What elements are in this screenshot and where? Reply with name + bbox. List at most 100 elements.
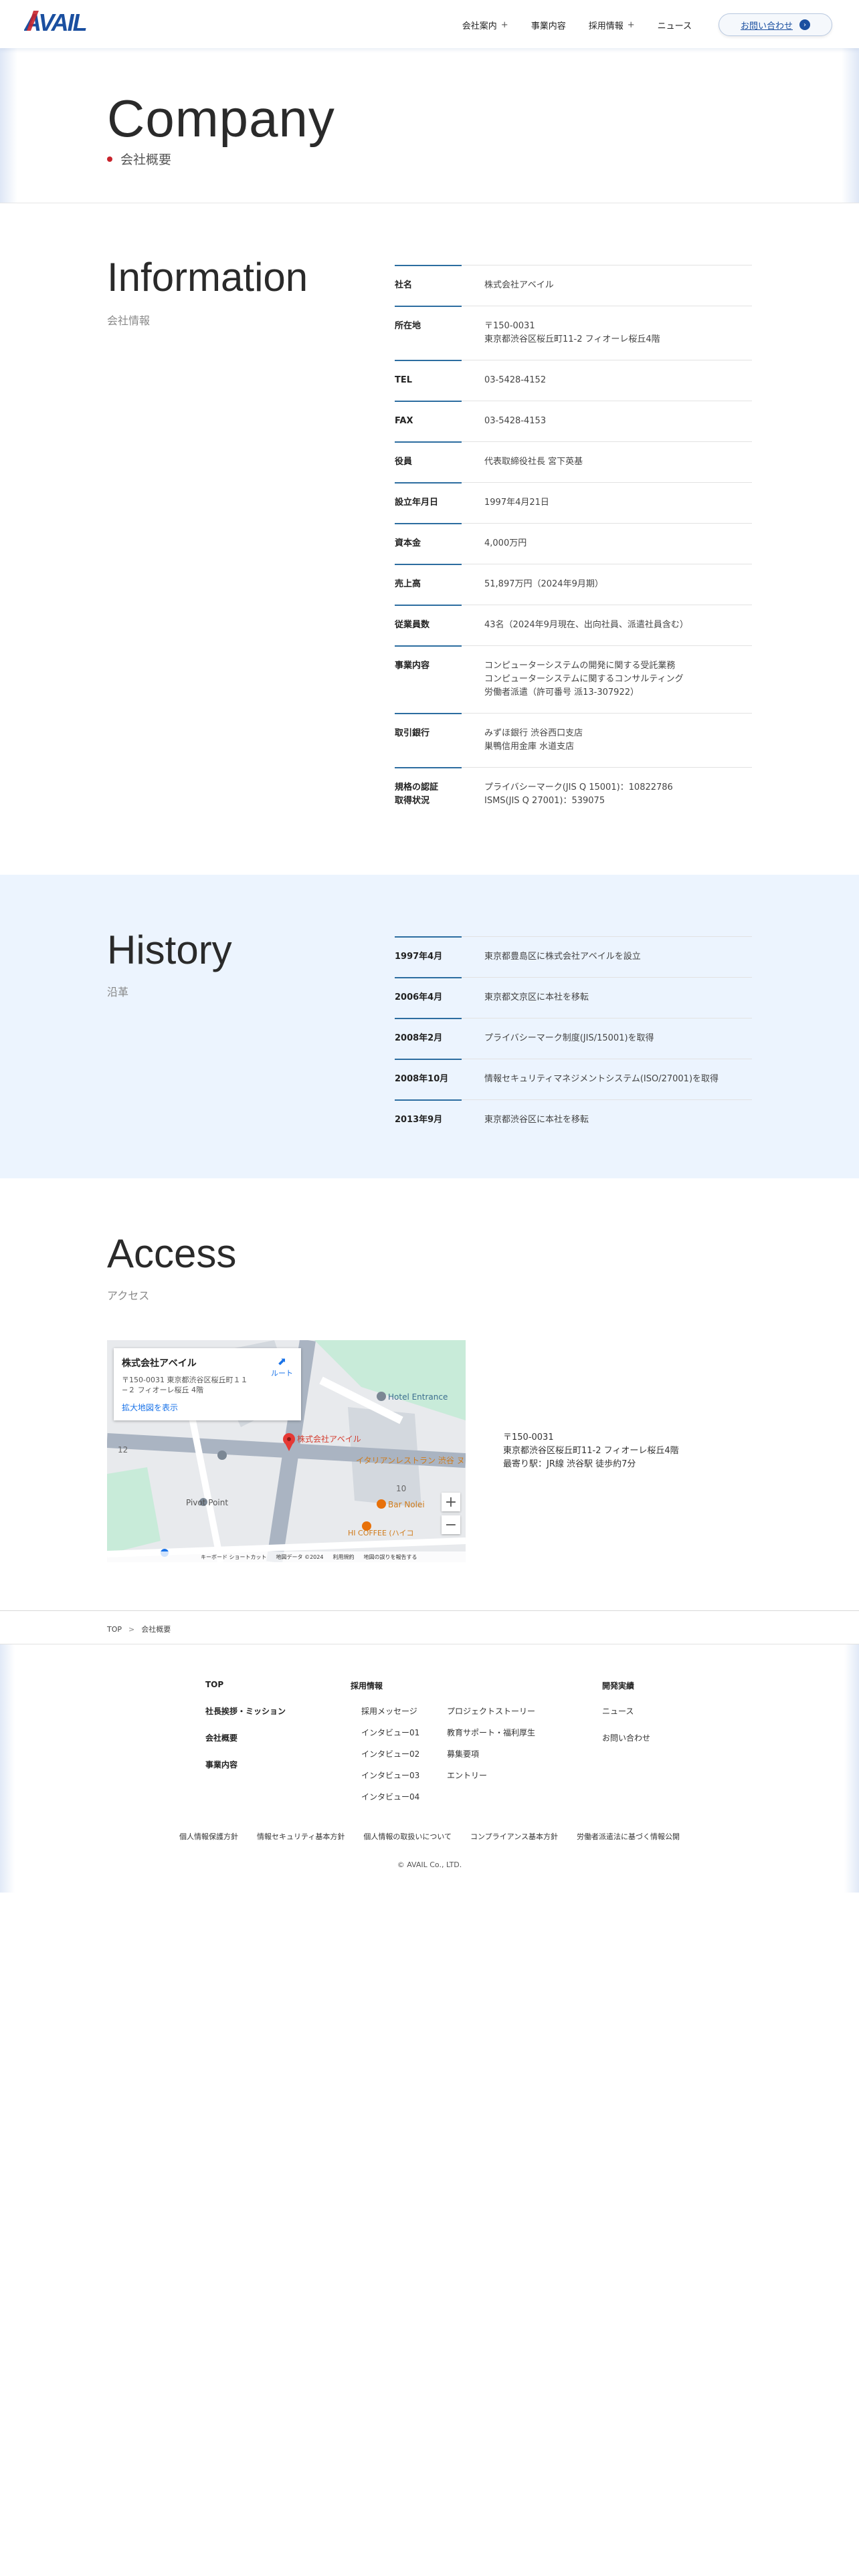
access-address: 〒150-0031 東京都渋谷区桜丘町11-2 フィオーレ桜丘4階 最寄り駅：J…: [503, 1431, 679, 1471]
row-label: 取引銀行: [395, 728, 430, 738]
row-label: 社名: [395, 280, 413, 290]
footer-link-interview-04[interactable]: インタビュー04: [361, 1791, 419, 1802]
row-label: 事業内容: [395, 661, 430, 671]
footer-link-message[interactable]: 社長挨拶・ミッション: [205, 1705, 286, 1717]
contact-button[interactable]: お問い合わせ ›: [719, 13, 832, 36]
page-subtitle-text: 会社概要: [120, 152, 172, 167]
footer-link-recruit-message[interactable]: 採用メッセージ: [361, 1705, 417, 1717]
site-footer: [0, 1644, 859, 1893]
table-row: 資本金 4,000万円: [395, 523, 752, 564]
legal-link-personal-info[interactable]: 個人情報の取扱いについて: [363, 1831, 452, 1842]
row-value: 51,897万円（2024年9月期）: [484, 578, 752, 591]
avail-logo[interactable]: AVAIL: [24, 7, 98, 36]
table-row: FAX 03-5428-4153: [395, 401, 752, 441]
red-dot-icon: [107, 156, 112, 162]
zoom-out-button[interactable]: −: [442, 1515, 460, 1534]
row-value: 代表取締役社長 宮下英基: [484, 455, 752, 469]
legal-link-security[interactable]: 情報セキュリティ基本方針: [257, 1831, 345, 1842]
contact-button-label: お問い合わせ: [740, 21, 793, 31]
table-row: 役員 代表取締役社長 宮下英基: [395, 441, 752, 482]
zoom-in-button[interactable]: +: [442, 1493, 460, 1511]
svg-text:Hotel Entrance: Hotel Entrance: [388, 1392, 448, 1402]
breadcrumb-home[interactable]: TOP: [107, 1625, 122, 1634]
row-label: 売上高: [395, 579, 421, 589]
access-title: Access: [107, 1231, 237, 1276]
row-value-line: コンピューターシステムの開発に関する受託業務: [484, 661, 676, 671]
footer-link-requirements[interactable]: 募集要項: [447, 1748, 479, 1759]
row-value-line: みずほ銀行 渋谷西口支店: [484, 728, 583, 738]
legal-link-compliance[interactable]: コンプライアンス基本方針: [470, 1831, 558, 1842]
google-map[interactable]: 株式会社アベイル Hotel Entrance イタリアンレストラン 渋谷 ヌッ…: [107, 1340, 466, 1562]
footer-link-news[interactable]: ニュース: [602, 1705, 634, 1717]
row-label: TEL: [395, 375, 413, 385]
map-attribution: キーボード ショートカット 地図データ ©2024 利用規約 地図の誤りを報告す…: [107, 1551, 466, 1562]
nav-business-label: 事業内容: [531, 21, 566, 31]
nav-business[interactable]: 事業内容: [531, 19, 566, 31]
footer-link-recruit[interactable]: 採用情報: [351, 1680, 383, 1691]
table-row: 2013年9月 東京都渋谷区に本社を移転: [395, 1099, 752, 1140]
row-value: 〒150-0031 東京都渋谷区桜丘町11-2 フィオーレ桜丘4階: [484, 320, 752, 346]
table-row: 設立年月日 1997年4月21日: [395, 482, 752, 523]
row-label: 設立年月日: [395, 498, 439, 508]
footer-link-business[interactable]: 事業内容: [205, 1759, 237, 1770]
table-row: 取引銀行 みずほ銀行 渋谷西口支店 巣鴨信用金庫 水道支店: [395, 713, 752, 767]
row-value-line: 巣鴨信用金庫 水道支店: [484, 742, 575, 752]
row-value: 03-5428-4153: [484, 415, 752, 428]
row-value: 4,000万円: [484, 537, 752, 550]
legal-link-dispatch[interactable]: 労働者派遣法に基づく情報公開: [577, 1831, 680, 1842]
row-value-line: 〒150-0031: [484, 321, 535, 331]
row-label: FAX: [395, 416, 413, 426]
map-terms-link[interactable]: 利用規約: [332, 1553, 354, 1561]
map-report-link[interactable]: 地図の誤りを報告する: [363, 1553, 417, 1561]
map-shortcuts-link[interactable]: キーボード ショートカット: [201, 1553, 267, 1561]
row-value: 情報セキュリティマネジメントシステム(ISO/27001)を取得: [484, 1073, 752, 1086]
footer-link-project-story[interactable]: プロジェクトストーリー: [447, 1705, 535, 1717]
information-subtitle: 会社情報: [107, 314, 151, 327]
row-value-line: プライバシーマーク制度(JIS/15001)を取得: [484, 1033, 654, 1043]
row-label: 1997年4月: [395, 952, 443, 962]
nav-recruit[interactable]: 採用情報 +: [589, 19, 635, 31]
breadcrumb-divider: [0, 1610, 859, 1611]
map-info-card: 株式会社アベイル 〒150-0031 東京都渋谷区桜丘町１１−２ フィオーレ桜丘…: [114, 1348, 301, 1420]
row-value: プライバシーマーク(JIS Q 15001)：10822786 ISMS(JIS …: [484, 781, 752, 808]
history-subtitle: 沿革: [107, 986, 129, 998]
footer-link-works[interactable]: 開発実績: [602, 1680, 634, 1691]
row-label: 2013年9月: [395, 1115, 443, 1125]
history-table: 1997年4月 東京都豊島区に株式会社アベイルを設立 2006年4月 東京都文京区に本…: [395, 936, 752, 1140]
table-row: 2008年10月 情報セキュリティマネジメントシステム(ISO/27001)を取得: [395, 1059, 752, 1099]
row-value: 株式会社アベイル: [484, 279, 752, 292]
map-enlarge-link[interactable]: 拡大地図を表示: [122, 1402, 293, 1413]
nav-news[interactable]: ニュース: [658, 19, 692, 31]
footer-link-company[interactable]: 会社概要: [205, 1732, 237, 1743]
footer-link-contact[interactable]: お問い合わせ: [602, 1732, 650, 1743]
row-value-line: 情報セキュリティマネジメントシステム(ISO/27001)を取得: [484, 1074, 719, 1084]
svg-text:12: 12: [118, 1445, 128, 1455]
row-label: 資本金: [395, 538, 421, 548]
svg-text:Pivot Point: Pivot Point: [186, 1498, 228, 1507]
nav-company[interactable]: 会社案内 +: [462, 19, 508, 31]
row-value-line: 03-5428-4152: [484, 375, 547, 385]
row-value-line: 労働者派遣（許可番号 派13-307922）: [484, 687, 639, 697]
footer-link-entry[interactable]: エントリー: [447, 1769, 487, 1781]
access-street: 東京都渋谷区桜丘町11-2 フィオーレ桜丘4階: [503, 1446, 679, 1456]
row-label: 従業員数: [395, 620, 430, 630]
legal-link-privacy[interactable]: 個人情報保護方針: [179, 1831, 238, 1842]
row-value-line: 4,000万円: [484, 538, 527, 548]
row-value-line: 43名（2024年9月現在、出向社員、派遣社員含む）: [484, 620, 688, 630]
footer-link-interview-01[interactable]: インタビュー01: [361, 1727, 419, 1738]
copyright: © AVAIL Co., LTD.: [397, 1860, 462, 1869]
page-title: Company: [107, 89, 335, 148]
footer-link-interview-03[interactable]: インタビュー03: [361, 1769, 419, 1781]
footer-link-top[interactable]: TOP: [205, 1680, 223, 1689]
page-hero: Company 会社概要: [0, 48, 859, 203]
row-value-line: ISMS(JIS Q 27001)：539075: [484, 796, 605, 806]
row-value: みずほ銀行 渋谷西口支店 巣鴨信用金庫 水道支店: [484, 727, 752, 754]
svg-text:10: 10: [396, 1484, 406, 1493]
footer-link-education[interactable]: 教育サポート・福利厚生: [447, 1727, 535, 1738]
table-row: 2008年2月 プライバシーマーク制度(JIS/15001)を取得: [395, 1018, 752, 1059]
row-value-line: 株式会社アベイル: [484, 280, 554, 290]
map-route-button[interactable]: ⬈ ルート: [271, 1355, 293, 1378]
access-station: 最寄り駅：JR線 渋谷駅 徒歩約7分: [503, 1459, 636, 1469]
directions-icon: ⬈: [277, 1355, 287, 1368]
footer-link-interview-02[interactable]: インタビュー02: [361, 1748, 419, 1759]
